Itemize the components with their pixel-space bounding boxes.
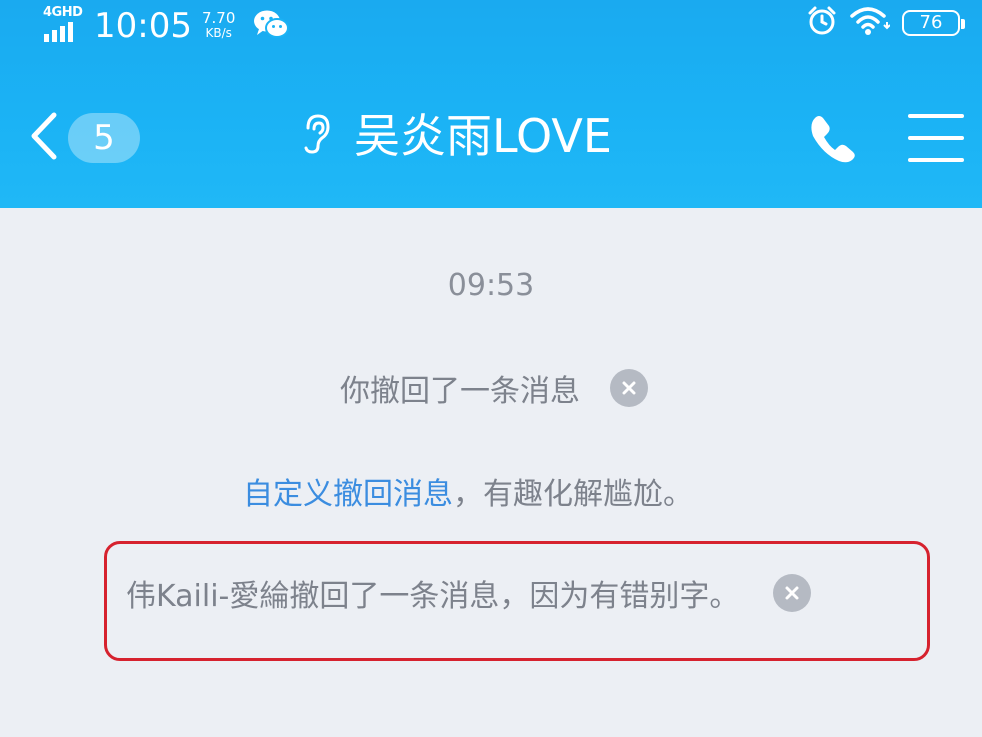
custom-recall-link[interactable]: 自定义撤回消息 [243, 469, 453, 513]
unread-count-badge: 5 [68, 113, 140, 163]
status-right: 76 [806, 5, 965, 41]
self-recall-notice: 你撤回了一条消息 [340, 368, 648, 409]
back-chevron-icon [28, 111, 60, 165]
status-time: 10:05 [94, 6, 192, 46]
battery-level: 76 [919, 12, 943, 33]
network-type: 4GHD [43, 5, 83, 20]
chat-area[interactable]: 09:53 你撤回了一条消息 自定义撤回消息 ，有趣化解尴尬。 伟Kaili-愛… [0, 208, 982, 737]
phone-icon [805, 116, 861, 170]
message-timestamp: 09:53 [447, 268, 535, 303]
other-recall-notice: 伟Kaili-愛綸撤回了一条消息，因为有错别字。 [126, 571, 812, 615]
signal-icon: 4GHD [42, 6, 86, 46]
ear-icon [300, 112, 334, 160]
network-speed: 7.70 KB/s [202, 11, 235, 41]
wechat-icon [253, 9, 290, 43]
self-recall-text: 你撤回了一条消息 [340, 374, 580, 409]
speed-value: 7.70 [201, 9, 236, 27]
menu-icon[interactable] [906, 110, 966, 166]
chat-title-text: 吴炎雨LOVE [354, 109, 612, 163]
chat-title[interactable]: 吴炎雨LOVE [300, 104, 612, 168]
custom-recall-tip-text: ，有趣化解尴尬。 [453, 477, 693, 512]
status-bar: 4GHD 10:05 7.70 KB/s 76 [0, 0, 982, 50]
dismiss-icon[interactable] [773, 574, 812, 612]
other-recall-text: 伟Kaili-愛綸撤回了一条消息，因为有错别字。 [126, 579, 740, 614]
header: 4GHD 10:05 7.70 KB/s 76 5 吴炎雨LOVE [0, 0, 982, 208]
back-button[interactable]: 5 [28, 110, 148, 166]
nav-bar: 5 吴炎雨LOVE [0, 80, 982, 200]
phone-button[interactable] [805, 110, 861, 166]
battery-icon: 76 [902, 10, 965, 36]
alarm-icon [806, 5, 838, 41]
wifi-icon [850, 6, 891, 40]
speed-unit: KB/s [205, 26, 232, 40]
dismiss-icon[interactable] [610, 369, 648, 407]
custom-recall-tip: 自定义撤回消息 ，有趣化解尴尬。 [243, 469, 693, 513]
status-left: 4GHD 10:05 7.70 KB/s [42, 4, 290, 48]
